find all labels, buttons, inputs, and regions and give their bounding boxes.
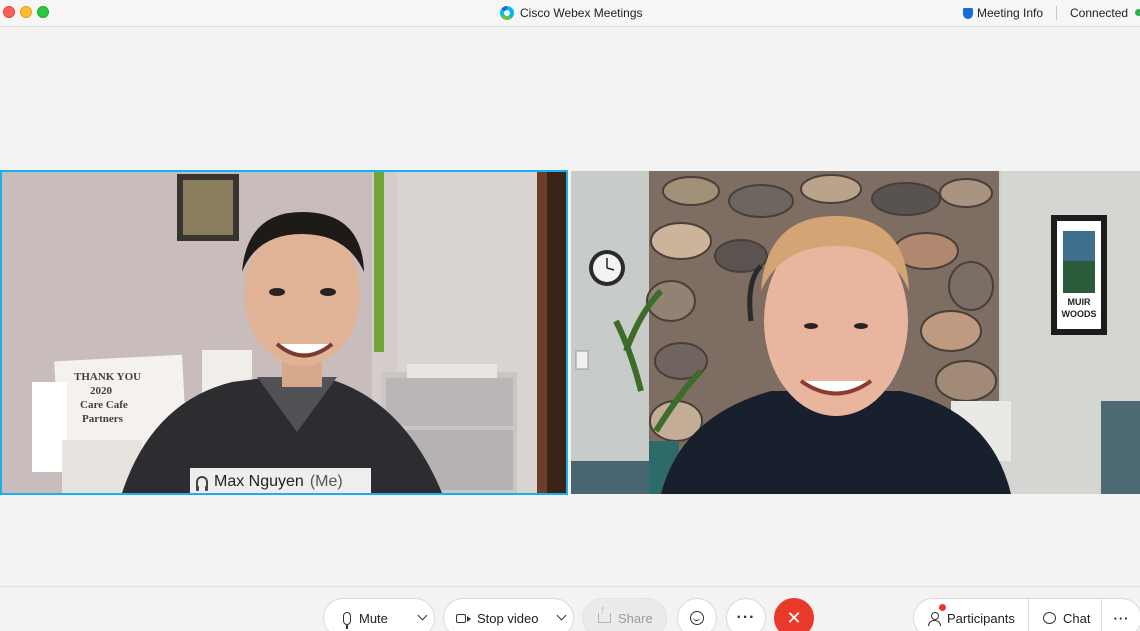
shield-icon bbox=[963, 7, 973, 19]
participants-button[interactable]: Participants bbox=[913, 598, 1029, 631]
chat-icon bbox=[1043, 612, 1056, 624]
minimize-window-button[interactable] bbox=[20, 6, 32, 18]
sign-line-2: 2020 bbox=[90, 385, 113, 397]
meeting-info-label: Meeting Info bbox=[977, 6, 1044, 20]
headset-icon bbox=[196, 475, 208, 491]
window-title: Cisco Webex Meetings bbox=[500, 4, 643, 22]
video-options-chevron-icon[interactable] bbox=[556, 610, 567, 621]
maximize-window-button[interactable] bbox=[37, 6, 49, 18]
close-window-button[interactable] bbox=[3, 6, 15, 18]
stop-video-label: Stop video bbox=[477, 610, 539, 626]
reactions-button[interactable] bbox=[677, 598, 717, 631]
participants-label: Participants bbox=[947, 610, 1015, 626]
overflow-icon: ··· bbox=[1113, 610, 1130, 626]
self-video-feed: THANK YOU 2020 Care Cafe Partners bbox=[2, 172, 566, 493]
poster-line-1: MUIR bbox=[1068, 297, 1091, 307]
webex-logo-icon bbox=[500, 6, 514, 20]
share-button[interactable]: Share bbox=[582, 598, 667, 631]
close-icon: ✕ bbox=[786, 607, 802, 628]
smiley-icon bbox=[690, 611, 704, 625]
more-options-button[interactable]: ··· bbox=[726, 598, 766, 631]
window-title-text: Cisco Webex Meetings bbox=[520, 6, 643, 20]
title-bar: Cisco Webex Meetings Meeting Info Connec… bbox=[0, 0, 1140, 27]
title-divider bbox=[1056, 6, 1057, 20]
participant-name-label: Max Nguyen (Me) bbox=[190, 468, 371, 493]
share-label: Share bbox=[618, 610, 653, 626]
microphone-icon bbox=[343, 611, 351, 629]
leave-meeting-button[interactable]: ✕ bbox=[774, 598, 814, 631]
remote-video-feed: MUIR WOODS bbox=[571, 171, 1140, 494]
sign-line-1: THANK YOU bbox=[74, 371, 141, 383]
camera-icon bbox=[456, 613, 471, 623]
sign-line-4: Partners bbox=[82, 413, 124, 425]
notification-dot bbox=[939, 604, 946, 611]
video-tile-self[interactable]: THANK YOU 2020 Care Cafe Partners Max Ng… bbox=[0, 170, 568, 495]
mute-label: Mute bbox=[359, 610, 388, 626]
stop-video-button[interactable]: Stop video bbox=[443, 598, 574, 631]
share-icon bbox=[598, 604, 611, 623]
chat-button[interactable]: Chat bbox=[1029, 598, 1102, 631]
mute-button[interactable]: Mute bbox=[323, 598, 435, 631]
connection-status: Connected bbox=[1070, 6, 1129, 20]
participant-me-suffix: (Me) bbox=[309, 472, 343, 490]
more-options-icon: ··· bbox=[736, 609, 756, 626]
audio-options-chevron-icon[interactable] bbox=[417, 610, 428, 621]
poster-line-2: WOODS bbox=[1062, 309, 1097, 319]
video-tile-remote[interactable]: MUIR WOODS bbox=[571, 171, 1140, 494]
sign-line-3: Care Cafe bbox=[80, 399, 128, 411]
meeting-info-button[interactable]: Meeting Info bbox=[963, 4, 1043, 22]
connection-status-dot bbox=[1135, 9, 1140, 16]
panel-overflow-button[interactable]: ··· bbox=[1102, 598, 1140, 631]
participants-icon bbox=[928, 611, 941, 626]
chat-label: Chat bbox=[1063, 610, 1091, 626]
participant-name: Max Nguyen bbox=[214, 472, 304, 490]
